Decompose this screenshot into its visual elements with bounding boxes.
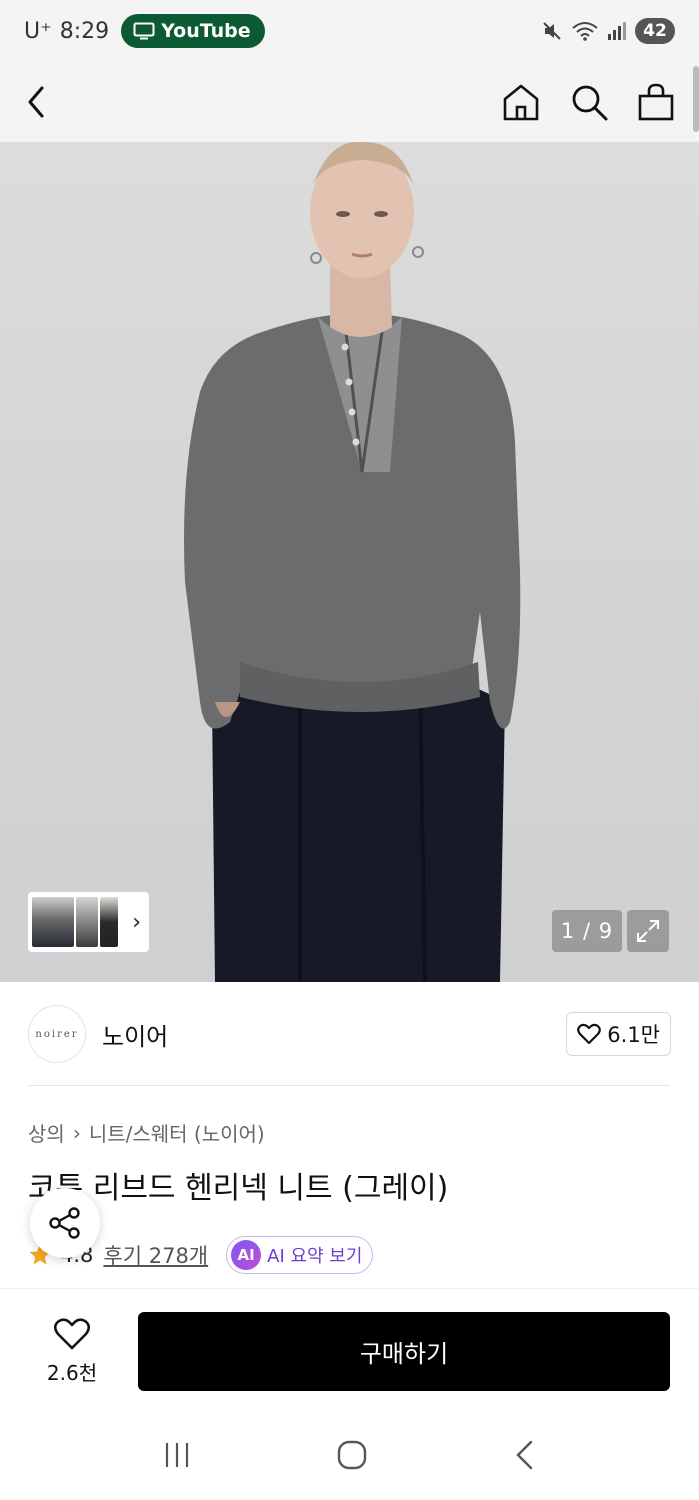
image-page-counter: 1 / 9 <box>552 910 622 952</box>
shopping-bag-icon[interactable] <box>637 82 675 122</box>
share-icon <box>49 1207 80 1239</box>
thumbnail-1[interactable] <box>32 897 74 947</box>
signal-icon <box>608 22 626 40</box>
brand-name[interactable]: 노이어 <box>102 1017 168 1052</box>
ai-badge-icon: AI <box>231 1240 262 1270</box>
scrollbar[interactable] <box>693 66 699 132</box>
product-photo <box>184 142 521 982</box>
screen-cast-icon <box>133 22 155 40</box>
system-nav-bar <box>0 1410 699 1500</box>
wifi-icon <box>572 22 598 41</box>
back-nav-icon[interactable] <box>513 1439 537 1471</box>
home-button-icon[interactable] <box>336 1439 368 1471</box>
ai-summary-button[interactable]: AI AI 요약 보기 <box>226 1236 374 1274</box>
thumbnail-3[interactable] <box>100 897 118 947</box>
brand-row[interactable]: noirer 노이어 6.1만 <box>0 982 699 1086</box>
clock: 8:29 <box>59 18 110 44</box>
brand-logo[interactable]: noirer <box>28 1005 86 1063</box>
home-icon[interactable] <box>501 82 541 122</box>
brand-like-count: 6.1만 <box>607 1023 660 1047</box>
wishlist-button[interactable]: 2.6천 <box>32 1317 112 1386</box>
top-nav <box>0 62 699 142</box>
brand-like-button[interactable]: 6.1만 <box>566 1012 671 1056</box>
thumbnail-2[interactable] <box>76 897 98 947</box>
breadcrumb-subcategory[interactable]: 니트/스웨터 (노이어) <box>89 1118 265 1147</box>
active-app-label: YouTube <box>161 20 251 42</box>
divider <box>28 1085 670 1086</box>
thumbnail-strip[interactable]: › <box>28 892 149 952</box>
wishlist-count: 2.6천 <box>46 1361 98 1385</box>
chevron-right-icon[interactable]: › <box>132 910 141 935</box>
purchase-bar: 2.6천 구매하기 <box>0 1288 699 1410</box>
back-icon[interactable] <box>24 84 48 120</box>
breadcrumb-category[interactable]: 상의 <box>28 1118 65 1147</box>
recent-apps-icon[interactable] <box>162 1440 192 1470</box>
heart-icon <box>577 1023 602 1045</box>
share-button[interactable] <box>30 1188 100 1258</box>
battery-indicator: 42 <box>635 18 675 44</box>
search-icon[interactable] <box>569 82 609 122</box>
status-bar: U⁺ 8:29 YouTube 42 <box>0 0 699 62</box>
review-count-link[interactable]: 후기 278개 <box>103 1240 208 1270</box>
active-app-pill[interactable]: YouTube <box>121 14 265 48</box>
chevron-right-icon: › <box>72 1120 81 1145</box>
buy-button[interactable]: 구매하기 <box>138 1312 670 1391</box>
expand-icon <box>637 920 659 942</box>
breadcrumb: 상의 › 니트/스웨터 (노이어) <box>28 1118 265 1147</box>
heart-icon <box>53 1318 91 1350</box>
product-image-carousel[interactable]: › 1 / 9 <box>0 142 699 982</box>
fullscreen-button[interactable] <box>627 910 669 952</box>
mute-icon <box>543 22 561 40</box>
ai-summary-label: AI 요약 보기 <box>267 1246 363 1267</box>
status-icons: 42 <box>541 18 675 44</box>
carrier-label: U⁺ <box>24 18 52 44</box>
